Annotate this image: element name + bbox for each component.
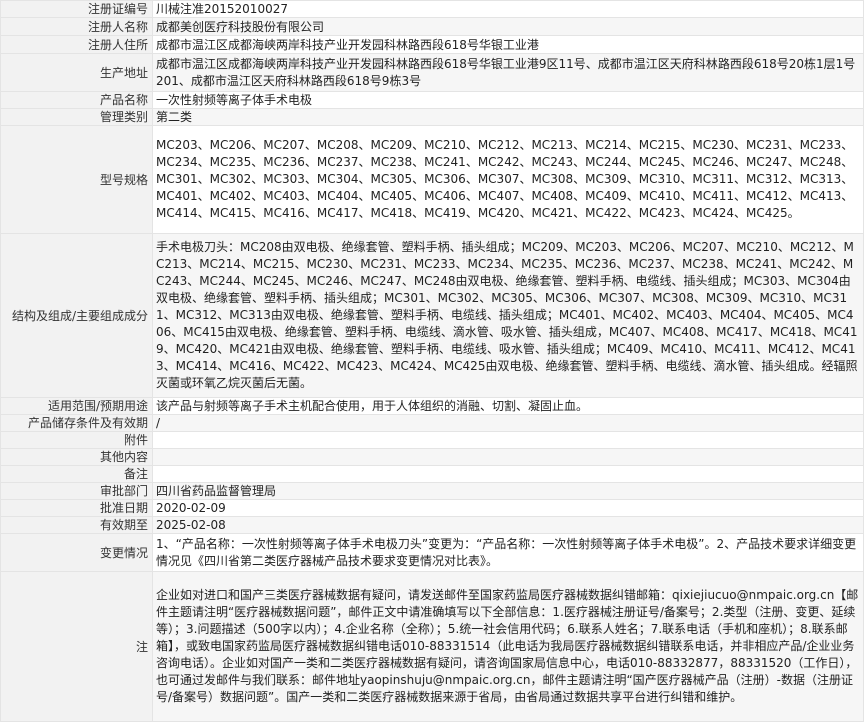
field-label: 生产地址 [0, 53, 153, 92]
table-row: 其他内容 [0, 448, 864, 466]
approval-date: 2020-02-09 [152, 499, 864, 517]
field-label: 适用范围/预期用途 [0, 397, 153, 415]
field-label: 注册证编号 [0, 0, 153, 18]
table-row: 结构及组成/主要组成成分 手术电极刀头：MC208由双电极、绝缘套管、塑料手柄、… [0, 233, 864, 398]
field-label: 注册人住所 [0, 35, 153, 54]
field-label: 附件 [0, 431, 153, 449]
management-category: 第二类 [152, 108, 864, 126]
field-label: 型号规格 [0, 125, 153, 234]
approval-department: 四川省药品监督管理局 [152, 482, 864, 500]
table-row: 注 企业如对进口和国产三类医疗器械数据有疑问，请发送邮件至国家药监局医疗器械数据… [0, 571, 864, 722]
remarks [152, 465, 864, 483]
field-label: 审批部门 [0, 482, 153, 500]
change-history: 1、“产品名称：一次性射频等离子体手术电极刀头”变更为：“产品名称：一次性射频等… [152, 533, 864, 572]
field-label: 变更情况 [0, 533, 153, 572]
field-label: 结构及组成/主要组成成分 [0, 233, 153, 398]
field-label: 产品储存条件及有效期 [0, 414, 153, 432]
table-row: 附件 [0, 431, 864, 449]
table-row: 注册人住所 成都市温江区成都海峡两岸科技产业开发园科林路西段618号华银工业港 [0, 35, 864, 54]
table-row: 有效期至 2025-02-08 [0, 516, 864, 534]
field-label: 管理类别 [0, 108, 153, 126]
intended-use: 该产品与射频等离子手术主机配合使用，用于人体组织的消融、切割、凝固止血。 [152, 397, 864, 415]
table-row: 适用范围/预期用途 该产品与射频等离子手术主机配合使用，用于人体组织的消融、切割… [0, 397, 864, 415]
table-row: 管理类别 第二类 [0, 108, 864, 126]
table-row: 产品名称 一次性射频等离子体手术电极 [0, 91, 864, 109]
table-row: 生产地址 成都市温江区成都海峡两岸科技产业开发园科林路西段618号华银工业港9区… [0, 53, 864, 92]
field-label: 批准日期 [0, 499, 153, 517]
field-label: 注 [0, 571, 153, 722]
field-label: 有效期至 [0, 516, 153, 534]
table-row: 型号规格 MC203、MC206、MC207、MC208、MC209、MC210… [0, 125, 864, 234]
table-row: 审批部门 四川省药品监督管理局 [0, 482, 864, 500]
table-row: 备注 [0, 465, 864, 483]
registration-number: 川械注准20152010027 [152, 0, 864, 18]
field-label: 其他内容 [0, 448, 153, 466]
field-label: 注册人名称 [0, 17, 153, 36]
product-name: 一次性射频等离子体手术电极 [152, 91, 864, 109]
table-row: 批准日期 2020-02-09 [0, 499, 864, 517]
other-content [152, 448, 864, 466]
attachments [152, 431, 864, 449]
table-row: 变更情况 1、“产品名称：一次性射频等离子体手术电极刀头”变更为：“产品名称：一… [0, 533, 864, 572]
structure-composition: 手术电极刀头：MC208由双电极、绝缘套管、塑料手柄、插头组成；MC209、MC… [152, 233, 864, 398]
registrant-name: 成都美创医疗科技股份有限公司 [152, 17, 864, 36]
registration-detail-table: 注册证编号 川械注准20152010027 注册人名称 成都美创医疗科技股份有限… [0, 0, 864, 722]
model-specifications: MC203、MC206、MC207、MC208、MC209、MC210、MC21… [152, 125, 864, 234]
table-row: 注册证编号 川械注准20152010027 [0, 0, 864, 18]
production-address: 成都市温江区成都海峡两岸科技产业开发园科林路西段618号华银工业港9区11号、成… [152, 53, 864, 92]
field-label: 备注 [0, 465, 153, 483]
table-row: 注册人名称 成都美创医疗科技股份有限公司 [0, 17, 864, 36]
valid-until: 2025-02-08 [152, 516, 864, 534]
notes: 企业如对进口和国产三类医疗器械数据有疑问，请发送邮件至国家药监局医疗器械数据纠错… [152, 571, 864, 722]
field-label: 产品名称 [0, 91, 153, 109]
storage-conditions: / [152, 414, 864, 432]
registrant-address: 成都市温江区成都海峡两岸科技产业开发园科林路西段618号华银工业港 [152, 35, 864, 54]
table-row: 产品储存条件及有效期 / [0, 414, 864, 432]
